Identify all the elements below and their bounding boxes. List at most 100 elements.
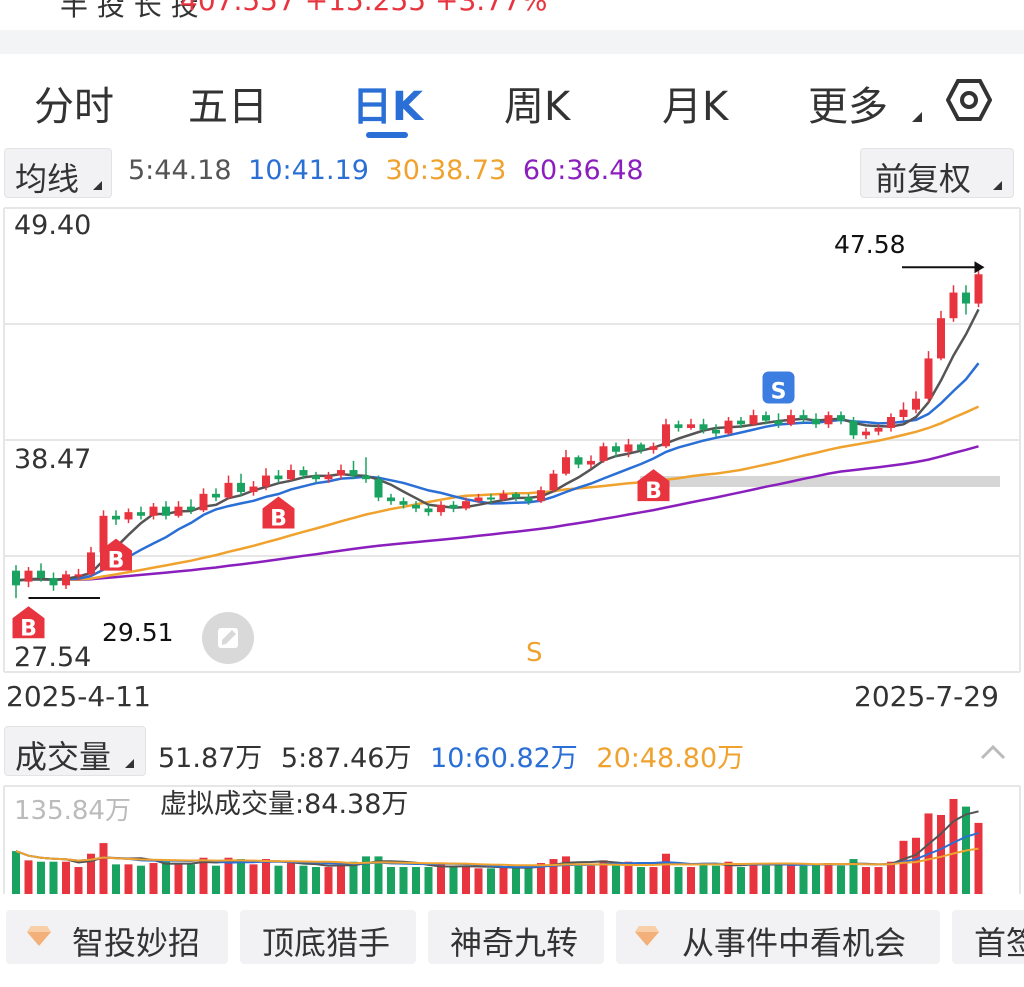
volume-bar	[399, 867, 408, 894]
volume-max-label: 135.84万	[14, 796, 131, 826]
candle-body	[412, 504, 420, 509]
candle	[62, 570, 70, 589]
volume-bar	[837, 865, 845, 894]
volume-bar	[24, 860, 33, 894]
ma30-value: 30:38.73	[385, 155, 507, 186]
candle-body	[762, 415, 770, 421]
volume-bar	[99, 843, 108, 894]
candle	[887, 413, 895, 432]
edit-switch-icon[interactable]	[202, 612, 254, 664]
s-signal-marker: S	[526, 638, 543, 668]
active-tab-indicator	[366, 132, 408, 138]
candle	[224, 475, 233, 500]
candle-body	[424, 508, 433, 513]
chip-event-opportunity[interactable]: 从事件中看机会	[616, 910, 940, 964]
period-tabs: 分时 五日 日K 周K 月K 更多	[0, 54, 1024, 146]
candle	[812, 413, 820, 428]
candle-body	[662, 424, 670, 447]
chip-smart-strategy[interactable]: 智投妙招	[6, 910, 228, 964]
volume-bar	[287, 863, 295, 894]
candle-body	[387, 497, 395, 502]
volume-selector[interactable]: 成交量	[4, 726, 146, 776]
candle	[824, 411, 833, 428]
candle	[562, 449, 570, 476]
volume-bar	[749, 863, 758, 894]
candle	[599, 442, 608, 463]
tab-intraday[interactable]: 分时	[34, 74, 114, 132]
candle-body	[499, 493, 508, 500]
candle-body	[962, 292, 970, 304]
candle-body	[787, 415, 795, 425]
candle-body	[974, 274, 983, 304]
volume-bar	[487, 868, 495, 894]
candle-body	[637, 444, 645, 450]
candle	[837, 411, 845, 425]
candle	[949, 285, 958, 322]
candle-body	[362, 475, 370, 480]
candle-body	[162, 506, 170, 516]
candle	[87, 546, 95, 577]
volume-bar	[212, 865, 220, 894]
volume-bar	[824, 863, 833, 894]
candlestick-chart[interactable]: B B B B S	[0, 206, 1024, 676]
collapse-chevron-icon[interactable]	[978, 742, 1008, 762]
candle-body	[187, 506, 195, 511]
volume-bar	[649, 867, 658, 894]
max-arrow-head	[974, 261, 985, 274]
virtual-volume-label: 虚拟成交量:84.38万	[160, 789, 409, 820]
candle-body	[224, 482, 233, 498]
volume-bar	[912, 837, 920, 894]
tab-daily-k[interactable]: 日K	[352, 74, 423, 132]
candle-body	[149, 506, 158, 516]
candle-body	[12, 570, 20, 586]
candle	[787, 409, 795, 427]
candle	[574, 455, 583, 469]
adjust-selector[interactable]: 前复权	[860, 148, 1014, 198]
min-price-annotation: 29.51	[102, 618, 174, 647]
candle-body	[87, 552, 95, 575]
tab-monthly-k[interactable]: 月K	[662, 74, 728, 132]
volume-bar	[762, 865, 770, 894]
price-mid-label: 38.47	[14, 444, 92, 475]
candle-body	[49, 578, 58, 586]
candle-body	[649, 446, 658, 450]
volume-bar	[674, 867, 683, 894]
candle	[237, 473, 245, 496]
badge-label: B	[108, 549, 125, 574]
chip-magic-nine[interactable]: 神奇九转	[428, 910, 604, 964]
volume-bar	[424, 867, 433, 894]
candle	[662, 418, 670, 449]
candle-body	[462, 501, 470, 509]
tab-five-day[interactable]: 五日	[188, 74, 268, 132]
candle-body	[74, 574, 83, 577]
price-low-label: 27.54	[14, 642, 92, 673]
candle-body	[937, 318, 945, 359]
candle-body	[562, 457, 570, 474]
candle-body	[62, 574, 70, 586]
candle-body	[249, 486, 258, 493]
candle-body	[924, 358, 933, 399]
candle-body	[199, 493, 208, 511]
hexagon-settings-icon[interactable]	[946, 78, 992, 122]
tab-more[interactable]: 更多	[808, 74, 888, 132]
chip-first-sign[interactable]: 首签	[952, 910, 1024, 964]
candle-body	[237, 482, 245, 493]
volume-bar	[249, 864, 258, 894]
candle-body	[812, 418, 820, 425]
candle	[937, 310, 945, 361]
chip-label: 神奇九转	[450, 924, 579, 962]
volume-bar	[937, 814, 945, 894]
sell-signal-marker: S	[762, 371, 795, 404]
volume-bar	[12, 851, 20, 894]
chip-top-bottom-hunter[interactable]: 顶底猎手	[240, 910, 416, 964]
volume-bar	[237, 859, 245, 894]
ma-selector[interactable]: 均线	[4, 148, 112, 198]
candle-body	[599, 446, 608, 461]
volume-bar	[437, 864, 445, 894]
volume-bar	[687, 867, 695, 894]
tab-weekly-k[interactable]: 周K	[504, 74, 570, 132]
volume-bar	[624, 861, 633, 894]
candle-body	[849, 420, 858, 436]
diamond-icon	[27, 926, 51, 946]
candle-body	[837, 415, 845, 421]
